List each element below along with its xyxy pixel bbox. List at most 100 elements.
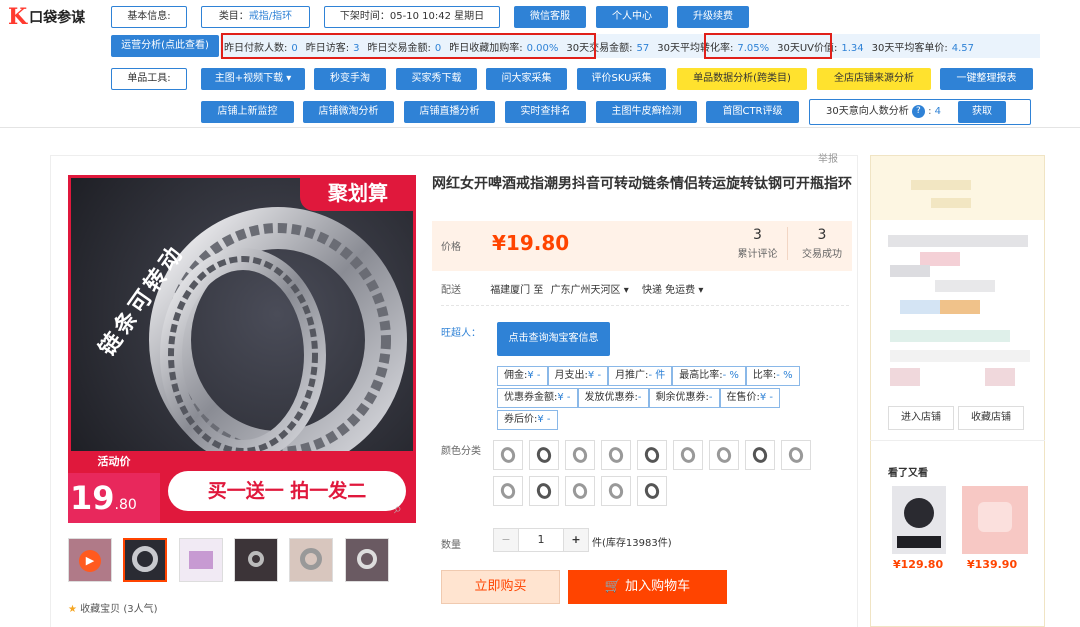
personal-center-button[interactable]: 个人中心 <box>596 6 668 28</box>
thumbnail-2[interactable] <box>179 538 223 582</box>
also-viewed-item-1-image[interactable] <box>892 486 946 554</box>
zoom-icon[interactable]: ⌕ <box>394 501 402 517</box>
ring-icon <box>570 445 590 465</box>
favorite-shop-button[interactable]: 收藏店铺 <box>958 406 1024 430</box>
buy-now-button[interactable]: 立即购买 <box>441 570 560 604</box>
coupon-label: 佣金: <box>504 370 528 381</box>
wechat-service-button[interactable]: 微信客服 <box>514 6 586 28</box>
ring-icon <box>714 445 734 465</box>
color-label: 颜色分类 <box>441 446 481 457</box>
help-icon[interactable]: ? <box>911 104 925 118</box>
also-viewed-item-2-image[interactable] <box>962 486 1028 554</box>
color-swatch[interactable] <box>781 440 811 470</box>
reviews-label: 累计评论 <box>737 249 778 260</box>
color-swatch[interactable] <box>637 476 667 506</box>
color-swatch[interactable] <box>493 440 523 470</box>
also-viewed-item-1-price: ¥129.80 <box>893 558 944 571</box>
coupon-field: 剩余优惠券:- <box>648 388 720 408</box>
ring-icon <box>750 445 770 465</box>
coupon-field: 最高比率:- % <box>672 366 746 386</box>
shipping-row: 配送 福建厦门 至 广东广州天河区 ▾ 快递 免运费 ▾ <box>441 281 703 296</box>
shop-weitao-button[interactable]: 店铺微淘分析 <box>303 101 394 123</box>
qty-input[interactable]: 1 <box>518 529 564 551</box>
category-prefix: 类目： <box>218 11 249 22</box>
coupon-value: - % <box>776 370 793 381</box>
stat-label: 30天平均客单价: <box>871 42 948 54</box>
single-tools-label: 单品工具: <box>111 68 187 90</box>
psoriasis-detect-button[interactable]: 主图牛皮癣检测 <box>596 101 697 123</box>
color-swatch[interactable] <box>673 440 703 470</box>
ring-icon <box>606 445 626 465</box>
thumbnail-4[interactable] <box>289 538 333 582</box>
coupon-label: 月推广: <box>615 370 649 381</box>
ops-analysis-button[interactable]: 运营分析(点此查看) <box>111 35 219 57</box>
ask-everyone-collect-button[interactable]: 问大家采集 <box>486 68 567 90</box>
ring-icon <box>786 445 806 465</box>
favorite-label: 收藏宝贝 (3人气) <box>80 604 158 615</box>
realtime-rank-button[interactable]: 实时查排名 <box>505 101 586 123</box>
price-box: 价格 ¥19.80 3 累计评论 3 交易成功 <box>432 221 852 271</box>
shop-live-button[interactable]: 店铺直播分析 <box>404 101 495 123</box>
favorite-item[interactable]: ★ 收藏宝贝 (3人气) <box>68 600 158 615</box>
review-sku-collect-button[interactable]: 评价SKU采集 <box>577 68 666 90</box>
ship-label: 配送 <box>441 285 461 296</box>
mobile-taobao-button[interactable]: 秒变手淘 <box>314 68 386 90</box>
add-cart-label: 加入购物车 <box>625 579 691 594</box>
category-box: 类目：戒指/指环 <box>201 6 310 28</box>
reviews-stat[interactable]: 3 累计评论 <box>728 227 788 260</box>
color-swatch[interactable] <box>529 440 559 470</box>
ship-method-select[interactable]: 快递 免运费 ▾ <box>642 285 703 296</box>
category-value[interactable]: 戒指/指环 <box>249 11 292 22</box>
buyer-show-download-button[interactable]: 买家秀下载 <box>396 68 477 90</box>
qty-minus-button[interactable]: − <box>494 529 518 551</box>
cart-icon: 🛒 <box>604 579 622 594</box>
price-label: 价格 <box>441 242 461 253</box>
item-data-analysis-button[interactable]: 单品数据分析(跨类目) <box>677 68 807 90</box>
color-swatch[interactable] <box>601 440 631 470</box>
ring-icon <box>534 445 554 465</box>
coupon-field: 优惠券金额:¥ - <box>497 388 578 408</box>
intent-value: 4 <box>934 106 942 117</box>
logo: K 口袋参谋 <box>8 6 98 28</box>
color-swatch[interactable] <box>493 476 523 506</box>
main-image-video-download-button[interactable]: 主图+视频下载 ▾ <box>201 68 305 90</box>
color-swatch[interactable] <box>601 476 631 506</box>
intent-label: 30天意向人数分析 <box>826 106 909 117</box>
thumbnail-5[interactable] <box>345 538 389 582</box>
one-click-report-button[interactable]: 一键整理报表 <box>940 68 1033 90</box>
activity-price: 19.80 <box>68 473 160 523</box>
color-swatch[interactable] <box>565 476 595 506</box>
color-swatch[interactable] <box>529 476 559 506</box>
thumbnail-3[interactable] <box>234 538 278 582</box>
thumbnail-1[interactable] <box>123 538 167 582</box>
color-swatch[interactable] <box>709 440 739 470</box>
upgrade-button[interactable]: 升级续费 <box>677 6 749 28</box>
add-to-cart-button[interactable]: 🛒 加入购物车 <box>568 570 727 604</box>
color-swatch[interactable] <box>745 440 775 470</box>
ring-icon <box>498 481 518 501</box>
main-product-image[interactable]: 聚划算 链条可转动 活动价 19.80 买一送一 拍一发二 ⌕ <box>68 175 416 523</box>
stock-text: 件(库存13983件) <box>592 538 672 549</box>
qty-plus-button[interactable]: + <box>564 529 588 551</box>
query-taobaoke-button[interactable]: 点击查询淘宝客信息 <box>497 322 610 356</box>
report-link[interactable]: 举报 <box>818 150 838 165</box>
basic-info-label: 基本信息: <box>111 6 187 28</box>
star-icon: ★ <box>68 604 77 615</box>
reviews-count: 3 <box>753 227 762 243</box>
fetch-button[interactable]: 获取 <box>958 101 1006 123</box>
color-swatch[interactable] <box>637 440 667 470</box>
coupon-grid: 佣金:¥ - 月支出:¥ - 月推广:- 件最高比率:- % 比率:- % 优惠券金额:… <box>497 366 837 430</box>
thumbnail-video[interactable]: ▶ <box>68 538 112 582</box>
coupon-label: 剩余优惠券: <box>655 392 709 403</box>
coupon-value: - <box>708 392 713 403</box>
deals-stat: 3 交易成功 <box>792 227 852 260</box>
price-small: .80 <box>114 497 137 513</box>
ship-to-select[interactable]: 广东广州天河区 ▾ <box>551 285 629 296</box>
ring-icon <box>498 445 518 465</box>
color-swatch[interactable] <box>565 440 595 470</box>
enter-shop-button[interactable]: 进入店铺 <box>888 406 954 430</box>
shop-source-analysis-button[interactable]: 全店店铺来源分析 <box>817 68 931 90</box>
shop-new-monitor-button[interactable]: 店铺上新监控 <box>201 101 294 123</box>
coupon-value: ¥ - <box>557 392 571 403</box>
ctr-rating-button[interactable]: 首图CTR评级 <box>706 101 799 123</box>
